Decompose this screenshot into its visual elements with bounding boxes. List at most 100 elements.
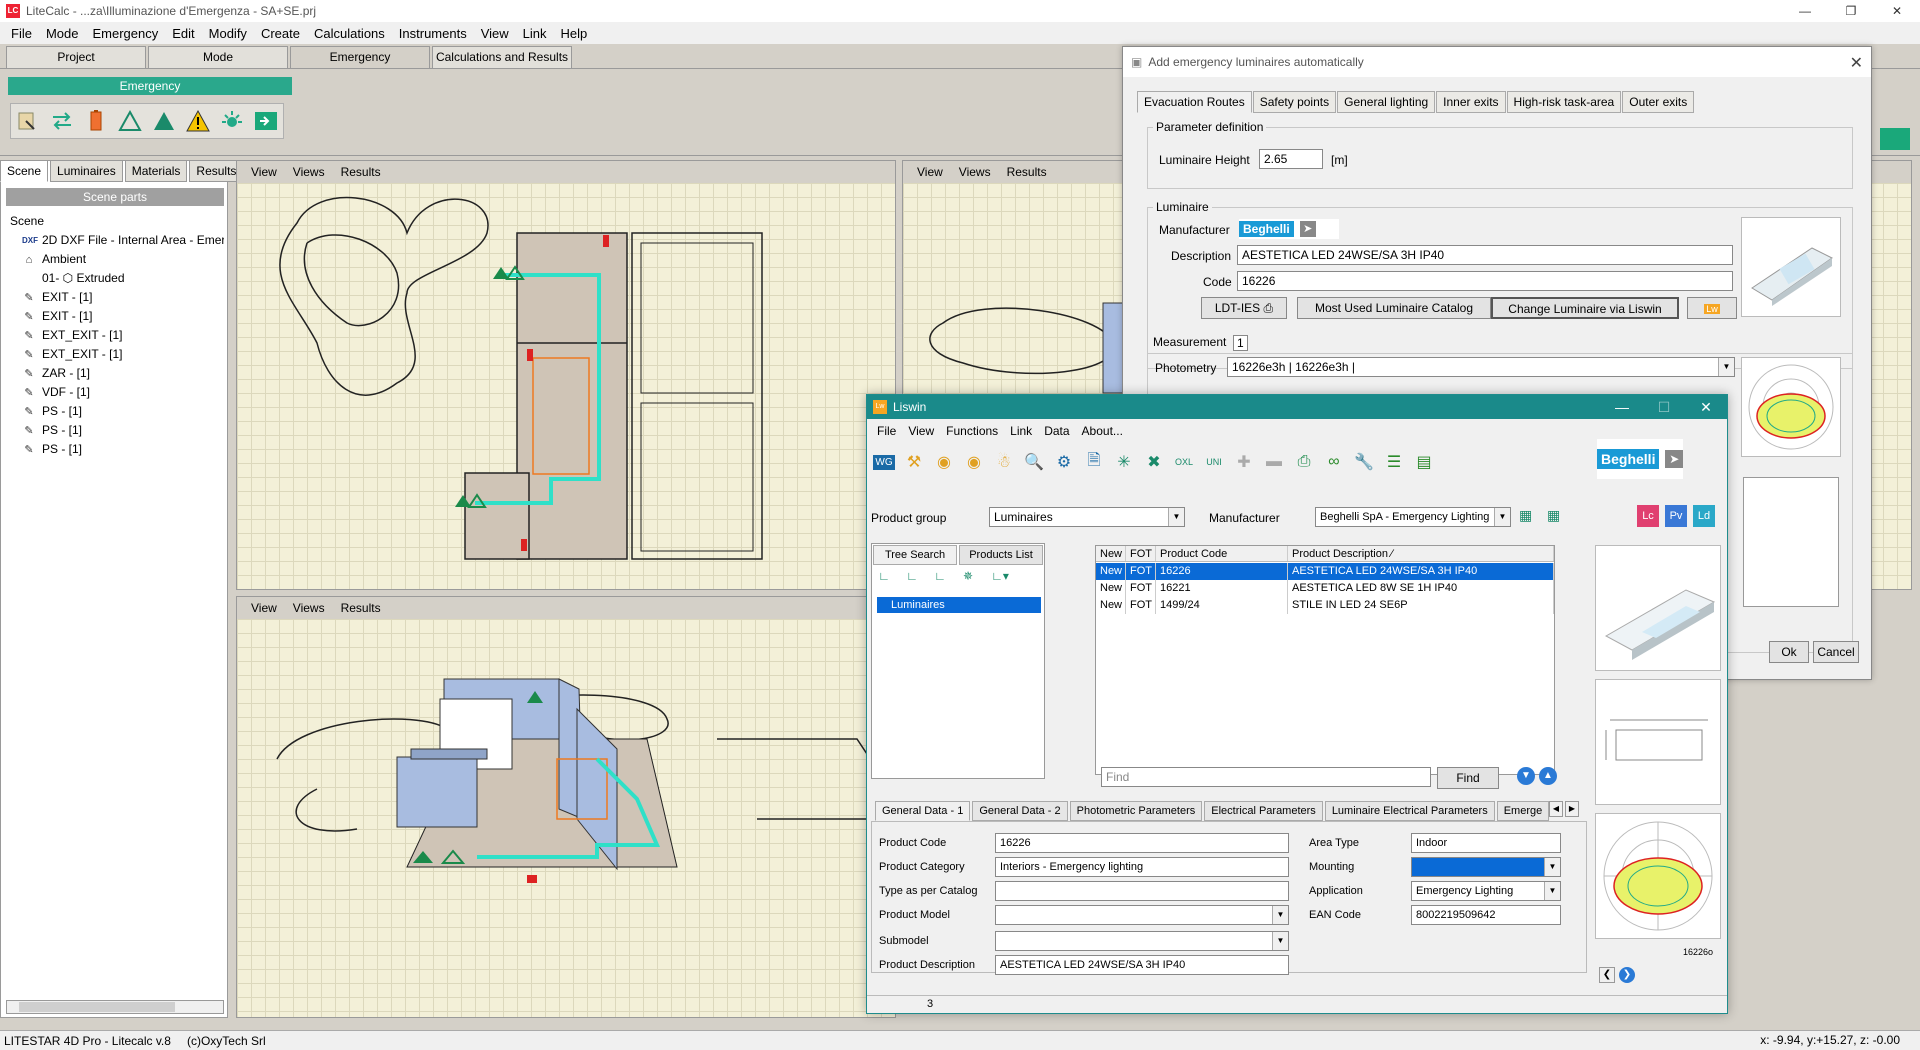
- collapse-icon[interactable]: ✖: [1141, 449, 1167, 475]
- tree-level2-icon[interactable]: ∟: [901, 569, 923, 583]
- tab-general-data-1[interactable]: General Data - 1: [875, 801, 971, 821]
- manufacturer-new-icon[interactable]: ▦: [1547, 507, 1569, 527]
- liswin-maximize-button[interactable]: ☐: [1643, 395, 1685, 419]
- triangle-filled-icon[interactable]: [150, 107, 178, 135]
- ld-badge[interactable]: Ld: [1693, 505, 1715, 527]
- tab-safety-points[interactable]: Safety points: [1252, 91, 1337, 113]
- plan-canvas[interactable]: [237, 183, 895, 589]
- link-icon[interactable]: ∞: [1321, 449, 1347, 475]
- pv-badge[interactable]: Pv: [1665, 505, 1687, 527]
- tab-photometric-parameters[interactable]: Photometric Parameters: [1069, 801, 1203, 821]
- tab-inner-exits[interactable]: Inner exits: [1436, 91, 1506, 113]
- filter-icon[interactable]: ☰: [1381, 449, 1407, 475]
- chart-icon[interactable]: ▤: [1411, 449, 1437, 475]
- application-select[interactable]: Emergency Lighting ▼: [1411, 881, 1561, 901]
- wrench-icon[interactable]: 🔧: [1351, 449, 1377, 475]
- tree-item[interactable]: ✎ EXIT - [1]: [8, 288, 224, 307]
- tab-high-risk-task-area[interactable]: High-risk task-area: [1506, 91, 1622, 113]
- vp-menu-results[interactable]: Results: [999, 165, 1055, 179]
- exit-sign-icon[interactable]: [252, 107, 280, 135]
- vp-menu-views[interactable]: Views: [951, 165, 999, 179]
- remove-row-icon[interactable]: ▬: [1261, 449, 1287, 475]
- tree-expand-icon[interactable]: ✵: [957, 569, 979, 583]
- tree-item[interactable]: 01- ⬡ Extruded: [8, 269, 224, 288]
- expand-icon[interactable]: ✳: [1111, 449, 1137, 475]
- tab-general-lighting[interactable]: General lighting: [1337, 91, 1436, 113]
- tab-materials[interactable]: Materials: [124, 160, 188, 182]
- tab-emergency[interactable]: Emerge: [1496, 801, 1550, 821]
- area-type-field[interactable]: Indoor: [1411, 833, 1561, 853]
- tree-item[interactable]: ✎ VDF - [1]: [8, 383, 224, 402]
- tab-general-data-2[interactable]: General Data - 2: [972, 801, 1068, 821]
- type-as-per-catalog-field[interactable]: [995, 881, 1289, 901]
- vp-menu-view[interactable]: View: [909, 165, 951, 179]
- vp-menu-results[interactable]: Results: [333, 601, 389, 615]
- menu-help[interactable]: Help: [554, 26, 595, 41]
- globe-search-icon[interactable]: ◉: [931, 449, 957, 475]
- tab-calculations-results[interactable]: Calculations and Results: [432, 46, 572, 68]
- lis-menu-file[interactable]: File: [871, 421, 902, 441]
- tab-outer-exits[interactable]: Outer exits: [1622, 91, 1695, 113]
- menu-calculations[interactable]: Calculations: [307, 26, 392, 41]
- tab-products-list[interactable]: Products List: [959, 545, 1043, 565]
- menu-edit[interactable]: Edit: [165, 26, 201, 41]
- tab-electrical-parameters[interactable]: Electrical Parameters: [1204, 801, 1323, 821]
- product-group-select[interactable]: Luminaires ▼: [989, 507, 1185, 527]
- advanced-search-icon[interactable]: ⚙: [1051, 449, 1077, 475]
- arrow-up-icon[interactable]: ▲: [1539, 767, 1557, 785]
- tools-icon[interactable]: ⚒: [901, 449, 927, 475]
- tab-emergency[interactable]: Emergency: [290, 46, 430, 68]
- lis-menu-functions[interactable]: Functions: [940, 421, 1004, 441]
- add-row-icon[interactable]: ✚: [1231, 449, 1257, 475]
- most-used-catalog-button[interactable]: Most Used Luminaire Catalog: [1297, 297, 1491, 319]
- tree-item-luminaires[interactable]: Luminaires: [877, 597, 1041, 613]
- menu-emergency[interactable]: Emergency: [85, 26, 165, 41]
- tree-options-icon[interactable]: ∟▾: [985, 569, 1015, 583]
- tree-item[interactable]: ✎ EXT_EXIT - [1]: [8, 345, 224, 364]
- uni-icon[interactable]: UNI: [1201, 449, 1227, 475]
- place-luminaire-icon[interactable]: [14, 107, 42, 135]
- change-luminaire-liswin-button[interactable]: Change Luminaire via Liswin: [1491, 297, 1679, 319]
- lc-badge[interactable]: Lc: [1637, 505, 1659, 527]
- manufacturer-add-icon[interactable]: ▦: [1519, 507, 1541, 527]
- tab-scene[interactable]: Scene: [0, 160, 49, 182]
- tab-evacuation-routes[interactable]: Evacuation Routes: [1137, 91, 1252, 113]
- product-category-field[interactable]: Interiors - Emergency lighting: [995, 857, 1289, 877]
- warning-icon[interactable]: [184, 107, 212, 135]
- tree-item[interactable]: ✎ PS - [1]: [8, 402, 224, 421]
- cancel-button[interactable]: Cancel: [1813, 641, 1859, 663]
- vp-menu-results[interactable]: Results: [333, 165, 389, 179]
- product-model-select[interactable]: ▼: [995, 905, 1289, 925]
- ldt-ies-button[interactable]: LDT-IES ⎙: [1201, 297, 1287, 319]
- photometry-select[interactable]: 16226e3h | 16226e3h | ▼: [1227, 357, 1735, 377]
- tab-luminaire-electrical-parameters[interactable]: Luminaire Electrical Parameters: [1324, 801, 1495, 821]
- menu-create[interactable]: Create: [254, 26, 307, 41]
- measurement-tab-1[interactable]: 1: [1233, 335, 1248, 351]
- col-product-description[interactable]: Product Description ∕: [1288, 546, 1554, 561]
- triangle-outline-icon[interactable]: [116, 107, 144, 135]
- liswin-close-button[interactable]: ✕: [1685, 395, 1727, 419]
- product-description-field[interactable]: AESTETICA LED 24WSE/SA 3H IP40: [995, 955, 1289, 975]
- tree-item[interactable]: DXF 2D DXF File - Internal Area - Emer: [8, 231, 224, 250]
- viewport-3d[interactable]: View Views Results: [236, 596, 896, 1018]
- menu-view[interactable]: View: [474, 26, 516, 41]
- viewport-plan[interactable]: View Views Results: [236, 160, 896, 590]
- tree-item[interactable]: ✎ EXT_EXIT - [1]: [8, 326, 224, 345]
- tree-item[interactable]: ✎ PS - [1]: [8, 440, 224, 459]
- tree-item[interactable]: ✎ EXIT - [1]: [8, 307, 224, 326]
- col-new[interactable]: New: [1096, 546, 1126, 561]
- menu-modify[interactable]: Modify: [202, 26, 254, 41]
- find-input[interactable]: Find: [1101, 767, 1431, 787]
- ok-button[interactable]: Ok: [1769, 641, 1809, 663]
- table-row[interactable]: New FOT 1499/24 STILE IN LED 24 SE6P: [1096, 597, 1554, 614]
- tab-luminaires[interactable]: Luminaires: [50, 160, 123, 182]
- lis-menu-about[interactable]: About...: [1076, 421, 1129, 441]
- arrow-down-icon[interactable]: ▼: [1517, 767, 1535, 785]
- ean-code-field[interactable]: 8002219509642: [1411, 905, 1561, 925]
- tree-item[interactable]: ⌂ Ambient: [8, 250, 224, 269]
- lis-menu-view[interactable]: View: [902, 421, 940, 441]
- 3d-canvas[interactable]: [237, 619, 895, 1017]
- tab-tree-search[interactable]: Tree Search: [873, 545, 957, 565]
- vp-menu-view[interactable]: View: [243, 165, 285, 179]
- vp-menu-views[interactable]: Views: [285, 601, 333, 615]
